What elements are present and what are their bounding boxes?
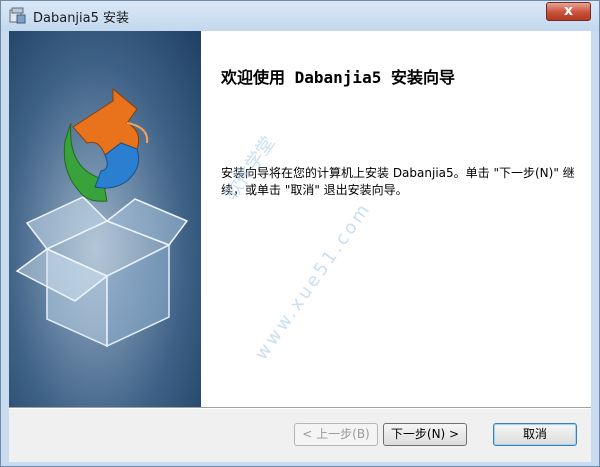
window-title: Dabanjia5 安装 (33, 11, 130, 26)
wizard-content: 欢迎使用 Dabanjia5 安装向导 安装向导将在您的计算机上安装 Daban… (201, 31, 591, 407)
cancel-button[interactable]: 取消 (493, 423, 577, 446)
close-button[interactable]: x (546, 2, 591, 21)
next-button[interactable]: 下一步(N) > (383, 423, 467, 446)
welcome-description: 安装向导将在您的计算机上安装 Dabanjia5。单击 "下一步(N)" 继续，… (221, 166, 575, 197)
welcome-heading: 欢迎使用 Dabanjia5 安装向导 (221, 68, 455, 87)
installer-app-icon (9, 7, 26, 24)
installer-window: Dabanjia5 安装 x 欢迎使用 Dabanjia5 安装向导 安装向导将… (0, 0, 600, 467)
title-bar[interactable]: Dabanjia5 安装 x (1, 1, 599, 31)
wizard-client-area: 欢迎使用 Dabanjia5 安装向导 安装向导将在您的计算机上安装 Daban… (9, 31, 591, 462)
button-bar: < 上一步(B) 下一步(N) > 取消 (9, 409, 591, 462)
close-icon: x (563, 3, 574, 19)
box-puzzle-graphic (15, 87, 189, 348)
back-button[interactable]: < 上一步(B) (294, 423, 378, 446)
wizard-banner (9, 31, 201, 407)
